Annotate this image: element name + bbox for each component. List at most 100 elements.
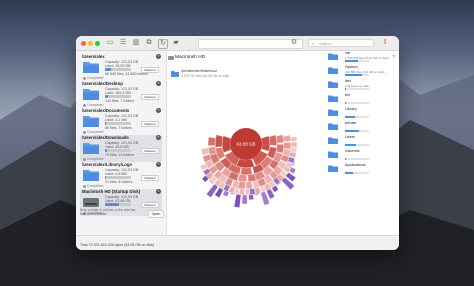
sunburst-segment[interactable] [283,142,292,150]
item-usage-bar [345,130,369,132]
volume-card[interactable]: /Users/alex/Documents × Capacity: 121,03 G… [80,108,162,135]
close-icon[interactable]: × [156,81,161,86]
sunburst-segment[interactable] [238,188,245,196]
item-name: bin [345,93,351,97]
path-field[interactable] [198,39,303,49]
folder-icon [328,53,338,60]
refresh-icon[interactable]: ↻ [158,39,168,49]
sunburst-segment[interactable] [221,135,232,153]
volume-card[interactable]: /Users/alex/Library/Logs × Capacity: 121,0… [80,162,162,189]
measure-button[interactable]: Measure [141,148,159,154]
item-name: Volumes [345,149,360,153]
sunburst-segment[interactable] [237,174,247,183]
card-title: Macintosh HD (Startup Disk) [82,189,141,194]
folder-icon [83,143,99,154]
status-dot-icon [83,76,86,80]
list-view-icon[interactable]: ☰ [119,39,127,47]
usage-bar [105,149,131,152]
sunburst-segment[interactable] [240,167,253,176]
usage-bar [105,176,131,179]
volume-card[interactable]: /Users/alex × Capacity: 121,03 GB Used: 28,… [80,54,162,81]
sunburst-segment[interactable] [207,136,216,147]
list-item[interactable]: Volumes... [312,148,399,162]
card-status: Completed [83,157,103,161]
sunburst-segment[interactable] [283,134,292,142]
measure-button[interactable]: Measure [141,175,159,181]
measure-button[interactable]: Measure [141,94,159,100]
close-icon[interactable]: × [156,189,161,194]
sunburst-segment[interactable] [289,151,297,158]
sunburst-segment[interactable] [254,186,262,195]
card-title: /Users/alex/Documents [82,108,130,113]
item-usage-bar [345,116,369,118]
folder-icon [328,165,338,172]
disk-icon [83,198,99,207]
list-item[interactable]: System 402 881 files (8,3 GB on disk) [312,64,399,78]
item-name: Applications [345,163,366,167]
list-item[interactable]: Applications... [312,162,399,176]
close-icon[interactable]: × [156,54,161,59]
close-icon[interactable]: × [156,162,161,167]
card-status: Completed [83,184,103,188]
sunburst-segment[interactable] [248,194,255,201]
zoom-window-button[interactable] [95,41,100,46]
columns-view-icon[interactable]: ▥ [132,39,140,47]
card-files: 143 files, 7 folders [105,99,135,103]
item-name: dev [345,79,352,83]
list-item[interactable]: Users... [312,134,399,148]
close-icon[interactable]: × [156,135,161,140]
sunburst-segment[interactable] [260,135,271,152]
card-status: Completed [83,76,103,80]
folder-icon [83,170,99,181]
sunburst-segment[interactable] [290,141,298,148]
list-item[interactable]: bin... [312,92,399,106]
gear-icon[interactable]: ⚙ [290,39,298,47]
list-item[interactable]: private... [312,120,399,134]
item-usage-bar [345,60,369,62]
folder-icon [328,151,338,158]
list-item[interactable]: dev 0 (0 bytes on disk) [312,78,399,92]
list-item[interactable]: Library... [312,106,399,120]
measure-button[interactable]: Measure [141,67,159,73]
sunburst-segment[interactable] [244,188,251,196]
card-files: 21 files, 8 folders [105,180,133,184]
card-files: 86 files, 7 folders [105,126,133,130]
sunburst-segment[interactable] [214,134,224,148]
sunburst-segment[interactable] [245,181,253,190]
sunburst-segment[interactable] [268,134,278,146]
sunburst-segment[interactable] [290,136,298,142]
folder-icon [328,109,338,116]
card-status-label: Completed [87,184,104,188]
status-dot-icon [83,103,86,107]
sunburst-segment[interactable] [201,147,210,156]
volume-card[interactable]: /Users/alex/Desktop × Capacity: 121,03 GB U… [80,81,162,108]
sunburst-segment[interactable] [241,194,248,205]
volume-card[interactable]: /Users/alex/Downloads × Capacity: 121,03 G… [80,135,162,162]
item-usage-bar [345,158,369,160]
sunburst-segment[interactable] [275,134,285,144]
search-input[interactable]: ⌕ Search [308,39,374,47]
sunburst-segment[interactable] [233,193,242,208]
sunburst-segment[interactable] [275,144,285,154]
search-icon: ⌕ [312,41,315,46]
measure-button[interactable]: Measure [141,121,159,127]
card-status: Completed [83,103,103,107]
folder-icon [328,81,338,88]
open-button[interactable]: Open [148,210,164,218]
close-window-button[interactable] [81,41,86,46]
copy-icon[interactable]: ⧉ [145,39,153,47]
card-title: /Users/alex/Downloads [82,135,129,140]
sidebar-toggle-icon[interactable]: ▭ [106,39,114,47]
folder-icon [83,62,99,73]
usage-bar [105,68,131,71]
list-item[interactable]: var 1 940 445 files (5,07 GB on disk) [312,50,399,64]
sunburst-segment[interactable] [249,187,256,196]
folder-icon[interactable]: ▰ [172,39,180,47]
alert-icon[interactable]: ! [381,39,389,47]
folder-icon [328,123,338,130]
item-usage-bar [345,172,369,174]
measure-button[interactable]: Measure [141,202,159,208]
minimize-window-button[interactable] [88,41,93,46]
close-icon[interactable]: × [156,108,161,113]
total-size: Total 75 301 843 426 bytes (63,08 GB on … [80,243,155,247]
